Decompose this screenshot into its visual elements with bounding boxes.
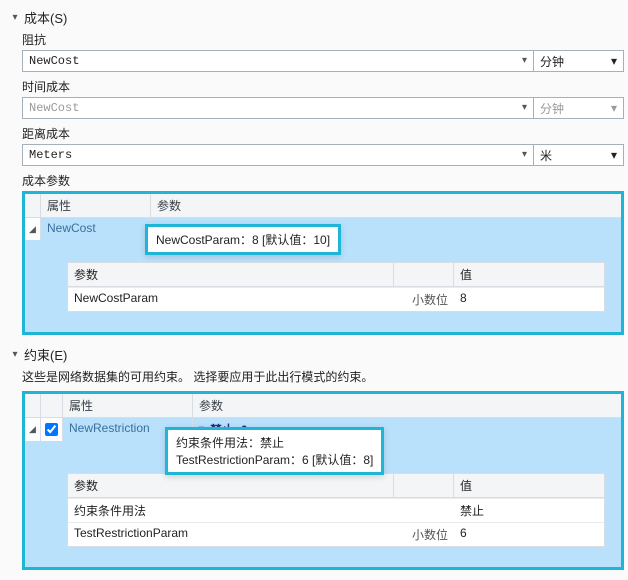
restriction-tooltip: 约束条件用法：禁止 TestRestrictionParam：6 [默认值：8] <box>165 427 384 475</box>
cost-section-title: 成本(S) <box>24 8 67 27</box>
impedance-value: NewCost <box>29 54 79 68</box>
restriction-sub-header-name[interactable]: 参数 <box>68 474 394 497</box>
cost-header-attr[interactable]: 属性 <box>41 194 151 217</box>
cost-sub-row-val[interactable]: 8 <box>454 288 604 311</box>
impedance-combo[interactable]: NewCost ▾ <box>22 50 534 72</box>
cost-sub-header-val[interactable]: 值 <box>454 263 604 286</box>
cost-sub-header-name[interactable]: 参数 <box>68 263 394 286</box>
impedance-unit-combo[interactable]: 分钟 ▾ <box>534 50 624 72</box>
restriction-section-title: 约束(E) <box>24 345 67 364</box>
time-cost-group: 时间成本 NewCost ▾ 分钟 ▾ <box>22 78 624 119</box>
restriction-sub-row2-name: TestRestrictionParam <box>68 523 394 546</box>
cost-sub-row-name: NewCostParam <box>68 288 394 311</box>
twisty-header <box>25 394 41 417</box>
chevron-down-icon: ▾ <box>522 149 527 161</box>
restriction-tooltip-line1: 约束条件用法：禁止 <box>176 434 373 451</box>
restriction-sub-header-type <box>394 474 454 497</box>
distance-cost-unit: 米 <box>540 147 552 164</box>
restriction-sub-row1-type <box>394 499 454 522</box>
cost-tooltip-text: NewCostParam：8 [默认值：10] <box>156 233 330 247</box>
distance-cost-combo[interactable]: Meters ▾ <box>22 144 534 166</box>
cost-tooltip: NewCostParam：8 [默认值：10] <box>145 224 341 255</box>
chevron-down-icon: ▾ <box>522 55 527 67</box>
impedance-unit: 分钟 <box>540 53 564 70</box>
time-cost-label: 时间成本 <box>22 78 624 95</box>
distance-cost-value: Meters <box>29 148 72 162</box>
restriction-sub-row2-val[interactable]: 6 <box>454 523 604 546</box>
restriction-sub-row2-type: 小数位 <box>394 523 454 546</box>
restriction-grid: 属性 参数 ◢ NewRestriction ▾ 禁止, 6 <box>25 394 621 567</box>
check-header <box>41 394 63 417</box>
impedance-label: 阻抗 <box>22 31 624 48</box>
restriction-sub-row-1[interactable]: 约束条件用法 禁止 <box>68 498 604 522</box>
chevron-down-icon: ▾ <box>611 101 617 115</box>
chevron-down-icon: ▾ <box>522 102 527 114</box>
distance-cost-label: 距离成本 <box>22 125 624 142</box>
distance-cost-unit-combo[interactable]: 米 ▾ <box>534 144 624 166</box>
cost-row-attr: NewCost <box>41 218 151 240</box>
chevron-down-icon: ▾ <box>10 349 20 360</box>
row-twisty-icon[interactable]: ◢ <box>25 418 41 441</box>
restriction-section: ▾ 约束(E) 这些是网络数据集的可用约束。 选择要应用于此出行模式的约束。 属… <box>4 341 624 570</box>
restriction-header-attr[interactable]: 属性 <box>63 394 193 417</box>
restriction-sub-header-val[interactable]: 值 <box>454 474 604 497</box>
cost-sub-row-type: 小数位 <box>394 288 454 311</box>
cost-sub-row[interactable]: NewCostParam 小数位 8 <box>68 287 604 311</box>
time-cost-unit-combo[interactable]: 分钟 ▾ <box>534 97 624 119</box>
restriction-description: 这些是网络数据集的可用约束。 选择要应用于此出行模式的约束。 <box>22 368 624 385</box>
cost-section: ▾ 成本(S) 阻抗 NewCost ▾ 分钟 ▾ 时间成本 NewCost <box>4 4 624 335</box>
chevron-down-icon: ▾ <box>10 12 20 23</box>
cost-params-label: 成本参数 <box>22 172 624 189</box>
twisty-header <box>25 194 41 217</box>
time-cost-value: NewCost <box>29 101 79 115</box>
cost-section-header[interactable]: ▾ 成本(S) <box>4 4 624 31</box>
chevron-down-icon: ▾ <box>611 148 617 162</box>
restriction-sub-row-2[interactable]: TestRestrictionParam 小数位 6 <box>68 522 604 546</box>
cost-subgrid: 参数 值 NewCostParam 小数位 8 <box>67 262 605 312</box>
restriction-sub-row1-name: 约束条件用法 <box>68 499 394 522</box>
restriction-checkbox-cell <box>41 418 63 441</box>
restriction-header-param[interactable]: 参数 <box>193 394 621 417</box>
time-cost-combo[interactable]: NewCost ▾ <box>22 97 534 119</box>
restriction-subgrid: 参数 值 约束条件用法 禁止 TestRestrictionParam 小数位 <box>67 473 605 547</box>
chevron-down-icon: ▾ <box>611 54 617 68</box>
cost-params-grid: 属性 参数 ◢ NewCost ▾ 8 NewCostParam：8 [默认值 <box>25 194 621 332</box>
cost-sub-header-type <box>394 263 454 286</box>
row-twisty-icon[interactable]: ◢ <box>25 218 41 240</box>
restriction-tooltip-line2: TestRestrictionParam：6 [默认值：8] <box>176 451 373 468</box>
cost-params-group: 成本参数 属性 参数 ◢ NewCost ▾ 8 <box>22 172 624 335</box>
restriction-checkbox[interactable] <box>45 423 58 436</box>
impedance-group: 阻抗 NewCost ▾ 分钟 ▾ <box>22 31 624 72</box>
distance-cost-group: 距离成本 Meters ▾ 米 ▾ <box>22 125 624 166</box>
cost-header-param[interactable]: 参数 <box>151 194 621 217</box>
time-cost-unit: 分钟 <box>540 100 564 117</box>
restriction-sub-row1-val[interactable]: 禁止 <box>454 499 604 522</box>
restriction-section-header[interactable]: ▾ 约束(E) <box>4 341 624 368</box>
